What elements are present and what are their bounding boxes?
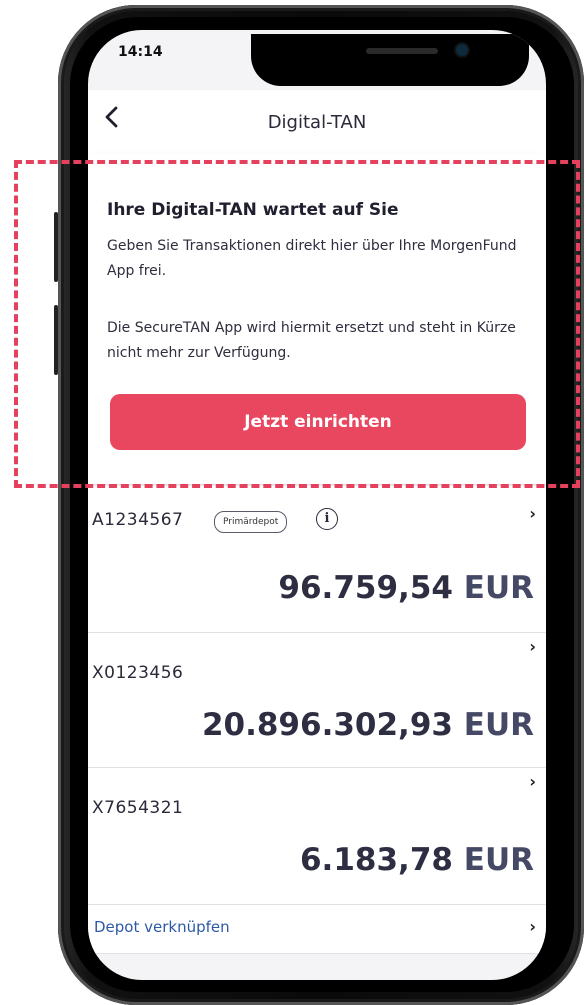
status-time: 14:14 (118, 44, 163, 60)
setup-button[interactable]: Jetzt einrichten (110, 394, 526, 450)
depot-id: A1234567 (92, 510, 184, 530)
volume-up-button (54, 212, 58, 282)
amount-currency: EUR (463, 707, 534, 743)
amount-currency: EUR (463, 570, 534, 606)
link-depot-label: Depot verknüpfen (94, 918, 230, 936)
notch (251, 34, 529, 86)
tan-card-title: Ihre Digital-TAN wartet auf Sie (107, 200, 399, 220)
tan-card-text-1: Geben Sie Transaktionen direkt hier über… (107, 238, 517, 279)
app-screen: 14:14 Digital-TAN Ihre Digital-TAN warte… (88, 30, 546, 980)
chevron-right-icon: › (529, 504, 536, 523)
primary-depot-badge: Primärdepot (214, 511, 288, 533)
tan-card-text-2: Die SecureTAN App wird hiermit ersetzt u… (107, 320, 516, 361)
depot-amount: 20.896.302,93 EUR (202, 707, 534, 743)
amount-value: 20.896.302,93 (201, 707, 453, 743)
depot-id: X0123456 (92, 663, 184, 683)
amount-value: 96.759,54 (278, 570, 453, 606)
speaker (366, 48, 438, 54)
depot-amount: 96.759,54 EUR (278, 570, 534, 606)
info-icon[interactable]: i (316, 508, 338, 530)
depot-id: X7654321 (92, 798, 184, 818)
digital-tan-card: Ihre Digital-TAN wartet auf Sie Geben Si… (88, 154, 546, 484)
amount-value: 6.183,78 (299, 842, 453, 878)
depot-row-2[interactable]: X0123456 › 20.896.302,93 EUR (88, 633, 546, 768)
camera (456, 44, 468, 56)
depot-row-1[interactable]: A1234567 Primärdepot i › 96.759,54 EUR (88, 486, 546, 633)
volume-down-button (54, 305, 58, 375)
amount-currency: EUR (463, 842, 534, 878)
chevron-right-icon: › (529, 772, 536, 791)
page-title: Digital-TAN (267, 112, 367, 133)
depot-amount: 6.183,78 EUR (300, 842, 534, 878)
chevron-right-icon: › (529, 917, 536, 936)
depot-row-3[interactable]: X7654321 › 6.183,78 EUR (88, 768, 546, 905)
chevron-right-icon: › (529, 637, 536, 656)
link-depot-row[interactable]: Depot verknüpfen › (88, 905, 546, 954)
nav-bar: Digital-TAN (88, 90, 546, 155)
